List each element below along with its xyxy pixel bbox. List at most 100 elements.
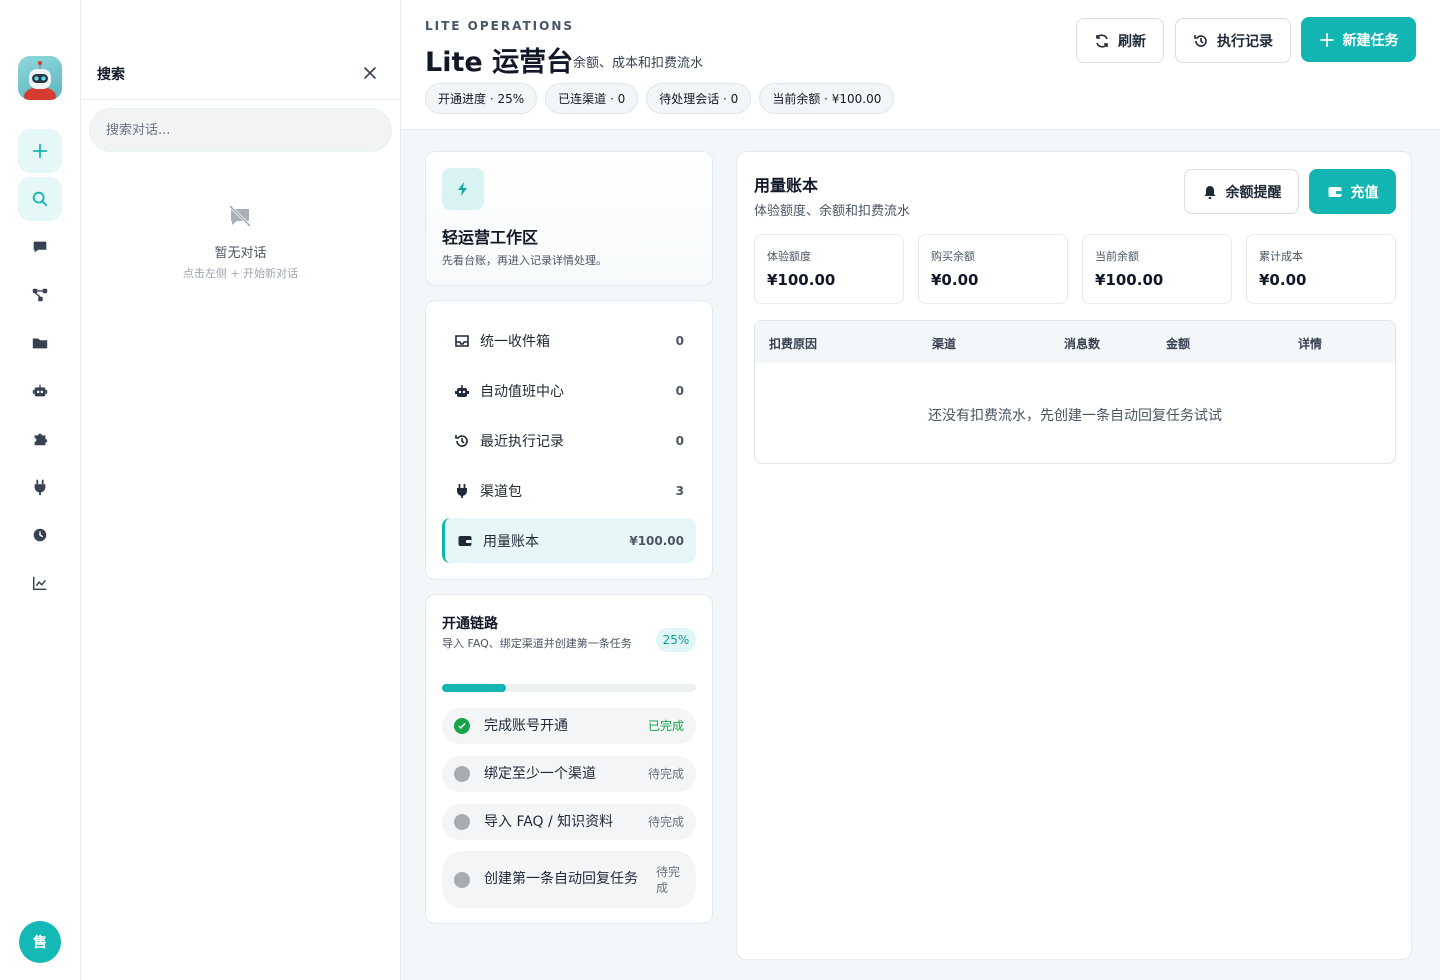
pending-circle-icon (454, 814, 470, 830)
history-icon (455, 434, 468, 447)
robot-icon (455, 384, 469, 397)
clock-icon (33, 528, 47, 542)
chat-button[interactable] (18, 225, 62, 269)
inbox-icon (455, 334, 469, 347)
balance-alert-label: 余额提醒 (1225, 184, 1282, 201)
ledger-subtitle: 体验额度、余额和扣费流水 (754, 204, 911, 219)
bolt-icon (442, 168, 484, 210)
chip-connected-channels: 已连渠道 · 0 (545, 83, 639, 114)
folder-icon (32, 338, 48, 349)
files-button[interactable] (18, 321, 62, 365)
chart-icon (32, 576, 47, 591)
nav-card: 统一收件箱 0 自动值班中心 0 最近执行记录 0 渠道包 3 用量账本 ¥10… (425, 300, 713, 580)
history-button[interactable] (18, 513, 62, 557)
stat-value: ¥100.00 (1095, 271, 1164, 289)
new-task-label: 新建任务 (1342, 32, 1399, 49)
chat-icon (33, 241, 47, 253)
nav-item-label: 自动值班中心 (480, 383, 564, 400)
user-avatar[interactable]: 售 (19, 921, 61, 963)
nav-item-channel-packs[interactable]: 渠道包 3 (442, 468, 696, 513)
nav-item-usage-ledger[interactable]: 用量账本 ¥100.00 (442, 518, 696, 563)
plus-icon (32, 143, 48, 159)
table-header: 扣费原因 渠道 消息数 金额 详情 (755, 321, 1395, 363)
step-state: 待完成 (647, 767, 684, 781)
workflow-icon (32, 288, 48, 302)
step-account-activated[interactable]: 完成账号开通 已完成 (442, 708, 696, 744)
robot-button[interactable] (18, 369, 62, 413)
pending-circle-icon (454, 871, 470, 888)
flow-progress-fill (442, 684, 506, 692)
chip-current-balance: 当前余额 · ¥100.00 (759, 83, 895, 114)
search-panel-title: 搜索 (97, 67, 125, 83)
nav-item-recent-runs[interactable]: 最近执行记录 0 (442, 418, 696, 463)
step-bind-channel[interactable]: 绑定至少一个渠道 待完成 (442, 756, 696, 792)
plug-icon (457, 483, 467, 498)
column-header-amount[interactable]: 金额 (1166, 335, 1190, 352)
step-import-faq[interactable]: 导入 FAQ / 知识资料 待完成 (442, 804, 696, 840)
column-header-details[interactable]: 详情 (1298, 335, 1322, 352)
empty-state-title: 暂无对话 (214, 246, 267, 261)
page-eyebrow: LITE OPERATIONS (425, 19, 574, 33)
plug-icon (34, 479, 46, 496)
nav-item-inbox[interactable]: 统一收件箱 0 (442, 318, 696, 363)
status-chips: 开通进度 · 25% 已连渠道 · 0 待处理会话 · 0 当前余额 · ¥10… (425, 83, 895, 114)
workflow-button[interactable] (18, 273, 62, 317)
pending-circle-icon (454, 766, 470, 782)
recharge-button[interactable]: 充值 (1309, 169, 1396, 214)
refresh-button[interactable]: 刷新 (1076, 18, 1164, 63)
ledger-title: 用量账本 (754, 176, 819, 195)
search-panel: 搜索 暂无对话 点击左侧 + 开始新对话 (81, 0, 401, 980)
nav-item-count: ¥100.00 (629, 533, 684, 548)
stat-current-balance: 当前余额 ¥100.00 (1082, 234, 1232, 304)
search-icon (32, 191, 48, 207)
nav-item-auto-duty[interactable]: 自动值班中心 0 (442, 368, 696, 413)
workspace-card: 轻运营工作区 先看台账，再进入记录详情处理。 (425, 151, 713, 286)
column-header-messages[interactable]: 消息数 (1064, 335, 1100, 352)
column-header-channel[interactable]: 渠道 (932, 335, 956, 352)
step-state: 待完成 (647, 815, 684, 829)
step-create-task[interactable]: 创建第一条自动回复任务 待完成 (442, 851, 696, 908)
history-records-label: 执行记录 (1217, 33, 1273, 50)
step-label: 导入 FAQ / 知识资料 (484, 813, 614, 830)
table-empty-state: 还没有扣费流水，先创建一条自动回复任务试试 (928, 408, 1222, 424)
page-title: Lite 运营台 (425, 47, 574, 78)
step-label: 绑定至少一个渠道 (484, 765, 596, 782)
search-button[interactable] (18, 177, 62, 221)
nav-item-count: 0 (675, 383, 684, 398)
puzzle-icon (34, 433, 48, 446)
step-label: 创建第一条自动回复任务 (484, 871, 638, 887)
robot-icon (32, 384, 48, 397)
refresh-icon (1096, 33, 1108, 48)
stat-value: ¥100.00 (767, 271, 836, 289)
step-label: 完成账号开通 (484, 717, 568, 734)
nav-item-count: 0 (675, 333, 684, 348)
stat-label: 累计成本 (1259, 250, 1303, 263)
stat-value: ¥0.00 (1259, 271, 1307, 289)
channels-button[interactable] (18, 465, 62, 509)
search-input[interactable] (89, 108, 392, 152)
nav-item-label: 渠道包 (480, 483, 522, 500)
new-task-button[interactable]: 新建任务 (1301, 17, 1416, 62)
flow-percent-badge: 25% (656, 628, 696, 652)
close-icon[interactable] (363, 66, 377, 80)
plus-icon (1319, 32, 1334, 47)
page-subtitle: 余额、成本和扣费流水 (573, 56, 704, 71)
page-header: LITE OPERATIONS Lite 运营台 余额、成本和扣费流水 开通进度… (401, 0, 1440, 130)
recharge-label: 充值 (1350, 184, 1379, 201)
bot-logo[interactable] (18, 56, 62, 100)
nav-item-count: 3 (675, 483, 684, 498)
new-chat-button[interactable] (18, 129, 62, 173)
history-records-button[interactable]: 执行记录 (1175, 18, 1291, 63)
chip-activation-progress: 开通进度 · 25% (425, 83, 538, 114)
stat-value: ¥0.00 (931, 271, 979, 289)
empty-state-hint: 点击左侧 + 开始新对话 (182, 267, 299, 280)
stat-label: 购买余额 (931, 250, 975, 263)
chip-pending-sessions: 待处理会话 · 0 (646, 83, 752, 114)
usage-ledger-panel: 用量账本 体验额度、余额和扣费流水 余额提醒 充值 体验额度 ¥100.00 购… (736, 151, 1412, 960)
plugins-button[interactable] (18, 417, 62, 461)
analytics-button[interactable] (18, 561, 62, 605)
wallet-icon (458, 535, 472, 546)
workspace-title: 轻运营工作区 (442, 228, 539, 247)
column-header-reason[interactable]: 扣费原因 (769, 335, 817, 352)
balance-alert-button[interactable]: 余额提醒 (1184, 169, 1299, 214)
